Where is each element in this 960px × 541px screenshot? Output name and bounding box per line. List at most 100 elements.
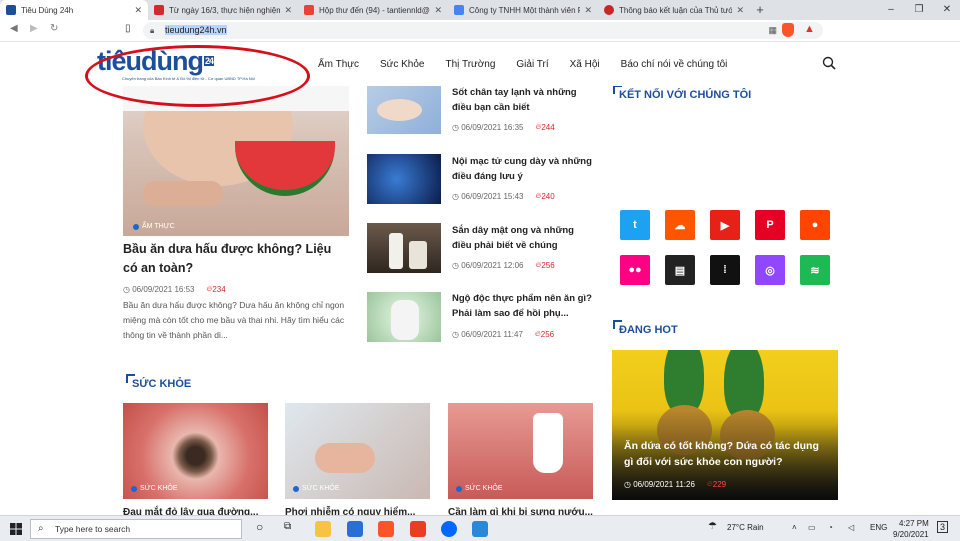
search-icon: ⌕ — [38, 523, 44, 534]
file-explorer-icon[interactable] — [315, 521, 331, 537]
clock-icon: ◷ — [452, 329, 462, 339]
close-window-button[interactable]: ✕ — [934, 0, 960, 20]
office-icon[interactable] — [410, 521, 426, 537]
menu-item-am-thuc[interactable]: Ẩm Thực — [318, 59, 359, 70]
article-title[interactable]: Sốt chân tay lạnh và những điều bạn cần … — [452, 85, 592, 115]
reload-icon[interactable]: ↻ — [50, 23, 58, 34]
clock-icon: ◷ — [452, 191, 462, 201]
close-tab-icon[interactable]: ✕ — [284, 5, 292, 16]
brave-rewards-icon[interactable]: ▲ — [804, 23, 815, 35]
health-section-heading: SỨC KHỎE — [126, 374, 191, 390]
connect-heading: KẾT NỐI VỚI CHÚNG TÔI — [613, 85, 751, 101]
featured-meta: ◷ 06/09/2021 16:53 🔥︎ 234 — [123, 284, 226, 294]
volume-icon[interactable]: ◁ — [848, 523, 854, 532]
article-title[interactable]: Sắn dây mật ong và những điều phải biết … — [452, 223, 592, 253]
brave-shield-icon[interactable] — [782, 23, 794, 37]
article-card-image[interactable]: SỨC KHỎE — [448, 403, 593, 499]
clock-date[interactable]: 9/20/2021 — [893, 530, 929, 539]
category-tag[interactable]: SỨC KHỎE — [131, 485, 178, 492]
notification-icon[interactable]: 3 — [937, 521, 949, 533]
reddit-icon[interactable]: ● — [800, 210, 830, 240]
close-tab-icon[interactable]: ✕ — [584, 5, 592, 16]
article-card-title[interactable]: Cần làm gì khi bị sưng nướu... — [448, 507, 593, 515]
article-title[interactable]: Ngộ độc thực phẩm nên ăn gì? Phải làm sa… — [452, 291, 592, 321]
back-icon[interactable]: ◀ — [10, 23, 18, 34]
app-icon[interactable] — [472, 521, 488, 537]
hot-heading: ĐANG HOT — [613, 320, 678, 336]
flickr-icon[interactable]: ●● — [620, 255, 650, 285]
browser-tab[interactable]: Công ty TNHH Một thành viên Phân m...✕ — [448, 0, 598, 20]
clock-icon: ◷ — [624, 479, 634, 489]
youtube-icon[interactable]: ▶ — [710, 210, 740, 240]
lock-icon: 🔒︎ — [150, 26, 155, 35]
weather-icon: ☂︎ — [708, 521, 717, 532]
new-tab-button[interactable]: + — [750, 0, 770, 20]
article-thumbnail[interactable] — [367, 84, 441, 134]
article-thumbnail[interactable] — [367, 154, 441, 204]
taskbar: ⌕ Type here to search ○ ⧉ ☂︎ 27°C Rain ˄… — [0, 515, 960, 541]
taskbar-search-input[interactable]: ⌕ Type here to search — [30, 519, 242, 539]
task-view-icon[interactable]: ⧉ — [284, 521, 291, 532]
google-icon — [454, 5, 464, 15]
website: tiêudùng 24 Chuyên trang của Báo Kinh tế … — [0, 42, 960, 515]
article-card-title[interactable]: Phơi nhiễm có nguy hiểm... — [285, 507, 415, 515]
tray-chevron-icon[interactable]: ˄ — [792, 523, 797, 532]
featured-article-title[interactable]: Bầu ăn dưa hấu được không? Liệu có an to… — [123, 240, 349, 278]
menu-item-xa-hoi[interactable]: Xã Hội — [570, 59, 600, 70]
spotify-icon[interactable]: ≋ — [800, 255, 830, 285]
article-thumbnail[interactable] — [367, 223, 441, 273]
pinterest-icon[interactable]: P — [755, 210, 785, 240]
article-card-title[interactable]: Đau mắt đỏ lây qua đường... — [123, 507, 258, 515]
article-thumbnail[interactable] — [367, 292, 441, 342]
minimize-button[interactable]: – — [878, 0, 904, 20]
browser-tab[interactable]: Từ ngày 16/3, thực hiện nghiệm việc ở...… — [148, 0, 298, 20]
category-tag[interactable]: ẨM THỰC — [133, 223, 175, 230]
site-favicon-icon — [6, 5, 16, 15]
zalo-icon[interactable] — [441, 521, 457, 537]
watermelon-illustration — [235, 141, 335, 196]
browser-tab[interactable]: Thông báo kết luận của Thủ tướng Ch...✕ — [598, 0, 750, 20]
store-icon[interactable] — [347, 521, 363, 537]
hot-article-title[interactable]: Ăn dứa có tốt không? Dứa có tác dụng gì … — [624, 438, 830, 470]
close-tab-icon[interactable]: ✕ — [434, 5, 442, 16]
close-tab-icon[interactable]: ✕ — [736, 5, 744, 16]
soundcloud-icon[interactable]: ☁ — [665, 210, 695, 240]
close-tab-icon[interactable]: ✕ — [134, 5, 142, 16]
article-card-image[interactable]: SỨC KHỎE — [285, 403, 430, 499]
windows-start-icon[interactable] — [10, 523, 22, 535]
deezer-icon[interactable]: ⁞ — [710, 255, 740, 285]
menu-item-thi-truong[interactable]: Thị Trường — [445, 59, 495, 70]
language-indicator[interactable]: ENG — [870, 523, 887, 532]
url-input[interactable]: 🔒︎ tieudung24h.vn ▦ ⇪ — [143, 22, 823, 39]
weather-text[interactable]: 27°C Rain — [727, 523, 764, 532]
article-title[interactable]: Nội mạc tử cung dày và những điều đáng l… — [452, 154, 592, 184]
featured-article-excerpt: Bầu ăn dưa hấu được không? Dưa hấu ăn kh… — [123, 300, 345, 340]
browser-tab[interactable]: Tiêu Dùng 24h ✕ — [0, 0, 148, 20]
wifi-icon[interactable]: ◔ — [828, 523, 833, 532]
network-icon[interactable]: ▭ — [808, 523, 816, 532]
news-icon[interactable]: ▤ — [665, 255, 695, 285]
site-favicon-icon — [604, 5, 614, 15]
brave-browser-icon[interactable] — [378, 521, 394, 537]
cortana-icon[interactable]: ○ — [256, 520, 263, 534]
hot-article-image[interactable] — [612, 350, 838, 500]
category-tag[interactable]: SỨC KHỎE — [456, 485, 503, 492]
address-bar-row: ◀ ▶ ↻ ▯ 🔒︎ tieudung24h.vn ▦ ⇪ ▲ — [0, 20, 960, 42]
main-menu: Ẩm Thực Sức Khỏe Thị Trường Giải Trí Xã … — [318, 59, 748, 70]
twitter-icon[interactable]: t — [620, 210, 650, 240]
browser-tab[interactable]: Hộp thư đến (94) - tantiennld@gmail...✕ — [298, 0, 448, 20]
bookmark-icon[interactable]: ▯ — [125, 23, 131, 34]
menu-item-suc-khoe[interactable]: Sức Khỏe — [380, 59, 425, 70]
category-tag[interactable]: SỨC KHỎE — [293, 485, 340, 492]
podcast-icon[interactable]: ◎ — [755, 255, 785, 285]
search-icon[interactable] — [822, 56, 836, 70]
maximize-button[interactable]: ❐ — [906, 0, 932, 20]
red-annotation-ellipse — [85, 45, 310, 107]
clock-icon: ◷ — [452, 260, 462, 270]
menu-item-bao-chi[interactable]: Báo chí nói về chúng tôi — [621, 59, 728, 70]
qr-icon[interactable]: ▦ — [768, 22, 777, 39]
clock-time[interactable]: 4:27 PM — [899, 519, 929, 528]
forward-icon[interactable]: ▶ — [30, 23, 38, 34]
article-card-image[interactable]: SỨC KHỎE — [123, 403, 268, 499]
menu-item-giai-tri[interactable]: Giải Trí — [516, 59, 548, 70]
